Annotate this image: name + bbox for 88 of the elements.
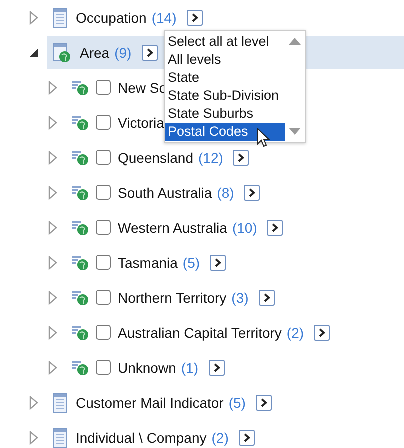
expand-icon[interactable] (48, 326, 58, 340)
checkbox[interactable] (96, 290, 111, 305)
level-option[interactable]: State Suburbs (165, 105, 285, 123)
chevron-icon (237, 152, 246, 162)
levels-globe-icon (72, 150, 90, 166)
level-option[interactable]: State Sub-Division (165, 87, 285, 105)
tree-item-label[interactable]: Unknown (118, 360, 176, 376)
more-button[interactable] (186, 10, 203, 26)
item-count: (9) (114, 44, 132, 60)
tree-item-label[interactable]: Customer Mail Indicator (76, 394, 224, 410)
levels-globe-icon (72, 80, 90, 96)
more-button[interactable] (267, 220, 284, 236)
tree-item-label[interactable]: Western Australia (118, 220, 228, 236)
checkbox[interactable] (96, 150, 111, 165)
levels-globe-icon (72, 290, 90, 306)
more-button[interactable] (314, 324, 330, 340)
chevron-icon (248, 188, 256, 198)
item-count: (5) (228, 394, 246, 410)
table-globe-icon (53, 42, 71, 62)
expand-icon[interactable] (29, 430, 39, 444)
levels-globe-icon (72, 220, 90, 236)
scroll-down-icon[interactable] (288, 127, 302, 136)
chevron-icon (260, 398, 268, 408)
tree-item-label[interactable]: Individual \ Company (76, 430, 207, 446)
tree-item-label[interactable]: Queensland (118, 150, 194, 166)
expand-icon[interactable] (48, 186, 58, 200)
level-option[interactable]: State (165, 69, 285, 87)
chevron-icon (212, 362, 220, 372)
levels-globe-icon (72, 360, 90, 376)
levels-globe-icon (72, 254, 90, 270)
checkbox[interactable] (96, 360, 111, 375)
chevron-icon (214, 258, 222, 268)
table-icon (53, 392, 67, 412)
checkbox[interactable] (96, 115, 111, 130)
more-button[interactable] (238, 430, 255, 446)
checkbox[interactable] (96, 220, 111, 235)
expand-icon[interactable] (48, 360, 58, 374)
expand-icon[interactable] (48, 116, 58, 130)
more-button[interactable] (142, 44, 158, 60)
chevron-icon (190, 12, 199, 22)
more-button[interactable] (210, 254, 226, 270)
item-count: (2) (212, 430, 229, 446)
tree-item-label[interactable]: Area (80, 44, 110, 60)
levels-globe-icon (72, 184, 90, 200)
tree-item-label[interactable]: Victoria (118, 114, 164, 130)
chevron-icon (318, 328, 326, 338)
item-count: (1) (181, 360, 198, 376)
checkbox[interactable] (96, 185, 111, 200)
level-option[interactable]: Select all at level (165, 33, 285, 51)
levels-globe-icon (72, 114, 90, 130)
tree-item-label[interactable]: Australian Capital Territory (118, 324, 282, 340)
checkbox[interactable] (96, 325, 111, 340)
tree-item-label[interactable]: Northern Territory (118, 290, 227, 306)
expand-icon[interactable] (48, 256, 58, 270)
more-button[interactable] (233, 150, 250, 166)
chevron-icon (262, 292, 271, 302)
item-count: (10) (232, 220, 258, 236)
checkbox[interactable] (96, 80, 111, 95)
expand-icon[interactable] (48, 290, 58, 304)
expand-icon[interactable] (48, 150, 58, 164)
item-count: (2) (286, 324, 304, 340)
level-option[interactable]: All levels (165, 51, 285, 69)
more-button[interactable] (256, 394, 272, 410)
scroll-up-icon[interactable] (288, 37, 302, 46)
expand-icon[interactable] (48, 80, 58, 94)
collapse-icon[interactable] (29, 48, 39, 58)
item-count: (8) (217, 184, 234, 200)
tree-item-label[interactable]: Occupation (76, 10, 147, 26)
chevron-icon (271, 222, 280, 232)
item-count: (3) (232, 290, 249, 306)
more-button[interactable] (244, 184, 260, 200)
item-count: (12) (198, 150, 224, 166)
table-icon (53, 8, 67, 28)
tree-item-label[interactable]: South Australia (118, 184, 212, 200)
chevron-icon (242, 432, 251, 442)
levels-globe-icon (72, 324, 90, 340)
more-button[interactable] (258, 290, 275, 306)
table-icon (53, 428, 67, 448)
item-count: (5) (182, 254, 200, 270)
expand-icon[interactable] (29, 396, 39, 410)
expand-icon[interactable] (48, 220, 58, 234)
expand-icon[interactable] (29, 10, 39, 24)
checkbox[interactable] (96, 255, 111, 270)
item-count: (14) (152, 10, 177, 26)
chevron-icon (146, 48, 154, 58)
more-button[interactable] (208, 360, 224, 376)
level-option[interactable]: Postal Codes (165, 123, 285, 141)
tree-item-label[interactable]: Tasmania (118, 254, 178, 270)
